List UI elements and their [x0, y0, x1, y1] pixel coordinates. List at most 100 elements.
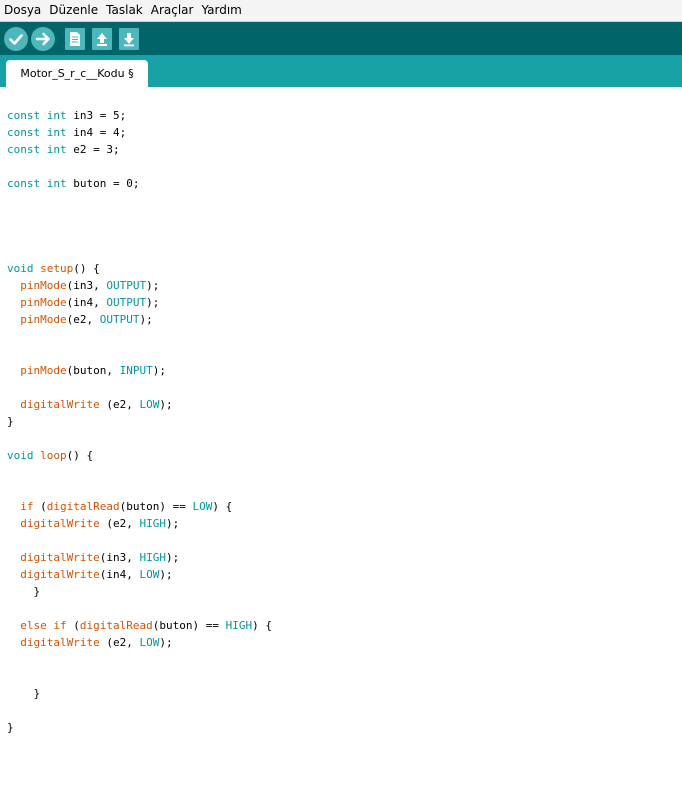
code-token: (in4, — [66, 296, 107, 309]
code-token: digitalWrite — [20, 517, 100, 530]
save-button[interactable] — [119, 28, 139, 50]
code-token: } — [7, 585, 41, 598]
code-line: pinMode(e2, OUTPUT); — [7, 311, 153, 328]
upload-button[interactable] — [31, 27, 55, 51]
code-token: (in3, — [66, 279, 107, 292]
code-token: HIGH — [139, 517, 166, 530]
tab-bar: Motor_S_r_c__Kodu § — [0, 55, 682, 87]
code-line: digitalWrite(in3, HIGH); — [7, 549, 179, 566]
code-line: void setup() { — [7, 260, 100, 277]
toolbar — [0, 22, 682, 55]
tab-label: Motor_S_r_c__Kodu § — [20, 67, 134, 80]
code-token: OUTPUT — [106, 279, 147, 292]
code-token: INPUT — [119, 364, 153, 377]
code-token: int — [46, 126, 67, 139]
code-line: } — [7, 719, 14, 736]
code-token: digitalRead — [46, 500, 120, 513]
code-token: pinMode — [20, 279, 67, 292]
code-token: digitalRead — [79, 619, 153, 632]
open-button[interactable] — [92, 28, 112, 50]
code-line: const int e2 = 3; — [7, 141, 120, 158]
code-token: (e2, — [99, 398, 140, 411]
code-token: const — [7, 126, 41, 139]
code-token: OUTPUT — [99, 313, 140, 326]
code-token: ); — [165, 517, 180, 530]
menu-dosya[interactable]: Dosya — [0, 0, 45, 21]
code-token: buton = 0; — [66, 177, 140, 190]
code-token: else — [20, 619, 47, 632]
menu-araclar[interactable]: Araçlar — [147, 0, 198, 21]
code-token: int — [46, 177, 67, 190]
code-token: digitalWrite — [20, 636, 100, 649]
code-token: LOW — [139, 568, 160, 581]
code-token: const — [7, 177, 41, 190]
code-token: (buton) == — [119, 500, 193, 513]
code-line: if (digitalRead(buton) == LOW) { — [7, 498, 232, 515]
tab-sketch[interactable]: Motor_S_r_c__Kodu § — [6, 60, 148, 87]
checkmark-icon — [9, 34, 23, 45]
code-token: ( — [33, 500, 47, 513]
verify-button[interactable] — [4, 27, 28, 51]
code-token: OUTPUT — [106, 296, 147, 309]
menu-taslak[interactable]: Taslak — [102, 0, 147, 21]
code-token: void — [7, 449, 34, 462]
code-token: () { — [73, 262, 100, 275]
code-token: (e2, — [66, 313, 100, 326]
code-token: ); — [159, 568, 173, 581]
code-token: ); — [146, 279, 160, 292]
code-token: void — [7, 262, 34, 275]
code-token: ) { — [252, 619, 272, 632]
code-token: e2 = 3; — [66, 143, 120, 156]
code-token: digitalWrite — [20, 398, 100, 411]
code-token: (in3, — [99, 551, 140, 564]
new-button[interactable] — [65, 28, 85, 50]
code-editor[interactable]: const int in3 = 5; const int in4 = 4; cons… — [0, 87, 682, 785]
code-token: (in4, — [99, 568, 140, 581]
arrow-down-icon — [124, 33, 134, 47]
code-token: digitalWrite — [20, 551, 100, 564]
code-token: (buton, — [66, 364, 120, 377]
code-token: (e2, — [99, 517, 140, 530]
menu-bar: Dosya Düzenle Taslak Araçlar Yardım — [0, 0, 682, 22]
code-line: const int buton = 0; — [7, 175, 139, 192]
code-token: ); — [139, 313, 153, 326]
code-token: ) { — [212, 500, 233, 513]
code-token: pinMode — [20, 296, 67, 309]
code-token: ( — [66, 619, 80, 632]
code-token: const — [7, 143, 41, 156]
code-line: digitalWrite (e2, LOW); — [7, 396, 173, 413]
code-token: ); — [159, 398, 173, 411]
code-token: } — [7, 687, 41, 700]
code-token: LOW — [139, 636, 160, 649]
code-token: ); — [165, 551, 180, 564]
menu-duzenle[interactable]: Düzenle — [45, 0, 102, 21]
new-file-icon — [70, 32, 80, 46]
code-token: in3 = 5; — [66, 109, 127, 122]
code-token: pinMode — [20, 313, 67, 326]
code-token: () { — [66, 449, 94, 462]
code-line: digitalWrite(in4, LOW); — [7, 566, 173, 583]
code-token: } — [7, 721, 14, 734]
code-token: if — [20, 500, 34, 513]
code-token: pinMode — [20, 364, 67, 377]
code-token: (buton) == — [152, 619, 226, 632]
code-token: } — [7, 415, 14, 428]
code-token: loop — [40, 449, 67, 462]
code-token: HIGH — [139, 551, 166, 564]
code-token: int — [46, 143, 67, 156]
code-line: pinMode(in3, OUTPUT); — [7, 277, 159, 294]
arrow-right-icon — [35, 32, 50, 46]
code-line: digitalWrite (e2, LOW); — [7, 634, 172, 651]
arrow-up-icon — [97, 33, 107, 46]
code-line: } — [7, 685, 40, 702]
menu-yardim[interactable]: Yardım — [197, 0, 245, 21]
